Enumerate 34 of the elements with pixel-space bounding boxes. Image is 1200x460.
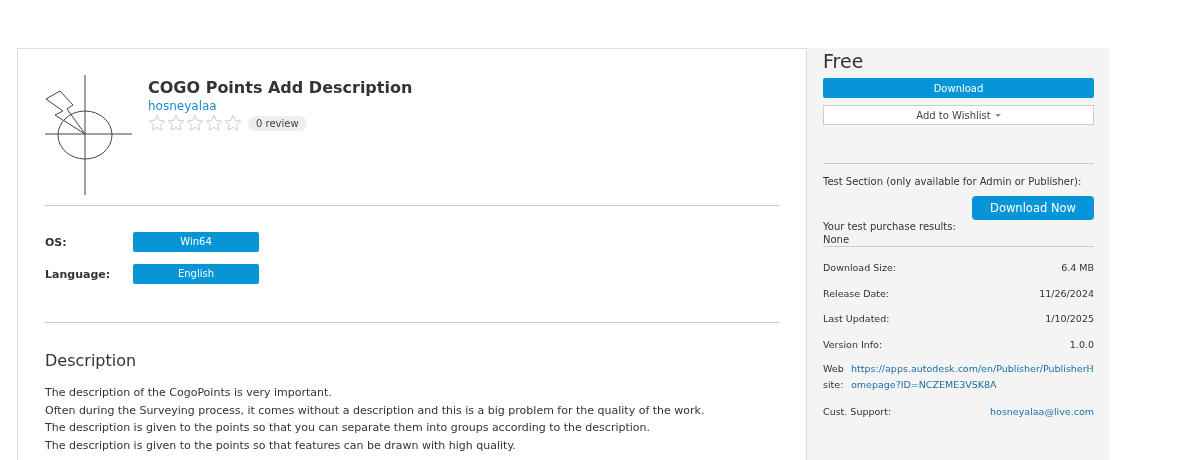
description-text: The description is given to the points so that you can separate them into groups according to the description.: [45, 420, 651, 436]
description-text: The description is given to the points so that features can be drawn with high quality.: [45, 437, 517, 454]
wishlist-button[interactable]: Add to Wishlist: [823, 105, 1094, 125]
detail-label: Download Size:: [823, 262, 896, 274]
detail-value: 6.4 MB: [1061, 262, 1094, 274]
detail-value: 11/26/2024: [1039, 287, 1094, 299]
star-rating[interactable]: [148, 114, 242, 132]
download-now-button[interactable]: Download Now: [972, 196, 1094, 220]
description-text: The description of the CogoPoints is very important.: [45, 385, 333, 401]
attribute-value: Win64: [133, 232, 259, 252]
price-label: Free: [823, 50, 865, 72]
detail-label: Version Info:: [823, 338, 883, 350]
caret-icon: [994, 113, 1001, 117]
author-link[interactable]: hosneyalaa: [148, 99, 413, 113]
detail-value: 1/10/2025: [1045, 313, 1094, 325]
attribute-label: OS:: [45, 235, 68, 249]
review-count[interactable]: 0 review: [248, 115, 307, 131]
detail-label: Release Date:: [823, 287, 890, 299]
product-title: COGO Points Add Description: [148, 78, 413, 97]
surveying-logo-icon: [45, 75, 135, 195]
detail-value: 1.0.0: [1069, 338, 1094, 350]
test-results-label: Your test purchase results:: [823, 220, 957, 233]
attribute-value: English: [133, 264, 259, 284]
detail-label: Last Updated:: [823, 313, 890, 325]
section-heading: Description: [45, 351, 138, 370]
test-section-title: Test Section (only available for Admin or Publisher):: [823, 176, 1083, 187]
test-results-value: None: [823, 233, 851, 246]
attribute-label: Language:: [45, 267, 112, 281]
website-link[interactable]: https://apps.autodesk.com/en/Publisher/PublisherHomepage?ID=NCZEME3VSK8A: [851, 361, 1094, 393]
support-email-link[interactable]: hosneyalaa@live.com: [990, 406, 1094, 418]
description-text: Often during the Surveying process, it comes without a description and this is a big problem for the quality of the work.: [45, 402, 706, 419]
download-button[interactable]: Download: [823, 78, 1094, 98]
detail-label: Cust. Support:: [823, 406, 892, 418]
detail-label: Web site:: [823, 362, 845, 392]
